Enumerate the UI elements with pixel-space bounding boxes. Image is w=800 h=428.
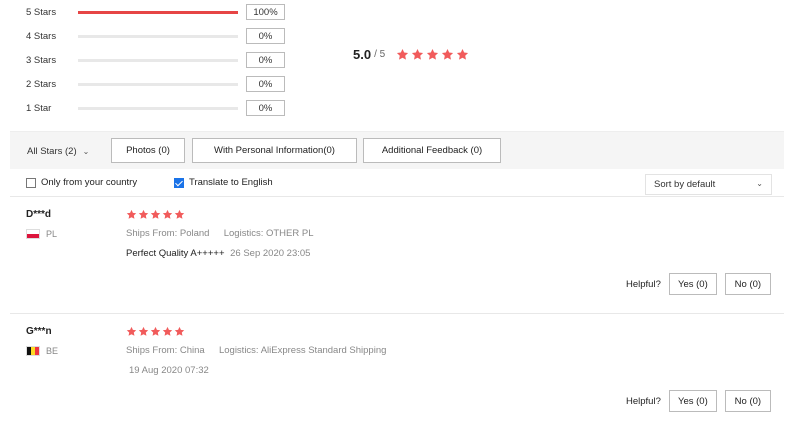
rating-bar bbox=[78, 10, 238, 14]
rating-percent: 100% bbox=[246, 4, 285, 20]
reviewer-country: PL bbox=[26, 229, 57, 239]
logistics-label: Logistics: bbox=[218, 345, 259, 356]
review-date: 26 Sep 2020 23:05 bbox=[230, 248, 311, 259]
rating-bar bbox=[78, 34, 238, 38]
overall-stars bbox=[396, 48, 469, 61]
rating-bar bbox=[78, 82, 238, 86]
rating-percent: 0% bbox=[246, 100, 285, 116]
logistics-value: AliExpress Standard Shipping bbox=[260, 345, 387, 356]
ships-from-label: Ships From: bbox=[126, 345, 178, 356]
review-meta: Ships From: Poland Logistics: OTHER PL bbox=[126, 228, 686, 239]
star-icon bbox=[174, 326, 185, 337]
reviewer-name: G***n bbox=[26, 326, 52, 337]
checkbox-box[interactable] bbox=[174, 177, 184, 188]
rating-label: 2 Stars bbox=[26, 78, 57, 90]
star-icon bbox=[162, 209, 173, 220]
helpful-no-button[interactable]: No (0) bbox=[724, 390, 771, 412]
rating-percent: 0% bbox=[246, 52, 285, 68]
rating-row-2[interactable]: 2 Stars 0% bbox=[26, 76, 285, 92]
review-text: Perfect Quality A+++++ bbox=[126, 248, 225, 259]
rating-label: 1 Star bbox=[26, 102, 52, 114]
star-icon bbox=[411, 48, 424, 61]
star-icon bbox=[174, 209, 185, 220]
logistics-label: Logistics: bbox=[223, 228, 264, 239]
helpful-label: Helpful? bbox=[626, 278, 661, 290]
photos-filter-button[interactable]: Photos (0) bbox=[111, 138, 185, 163]
review-meta: Ships From: China Logistics: AliExpress … bbox=[126, 345, 686, 356]
country-code: PL bbox=[46, 229, 58, 239]
star-icon bbox=[441, 48, 454, 61]
review-stars bbox=[126, 209, 686, 220]
rating-bar-fill bbox=[78, 10, 238, 14]
helpful-section: Helpful? Yes (0) No (0) bbox=[626, 390, 771, 412]
helpful-no-button[interactable]: No (0) bbox=[724, 273, 771, 295]
helpful-yes-button[interactable]: Yes (0) bbox=[668, 390, 717, 412]
review-body: Ships From: China Logistics: AliExpress … bbox=[126, 326, 686, 376]
review-item: D***d PL Ships From: Poland Logistics: O… bbox=[26, 209, 776, 309]
rating-percent: 0% bbox=[246, 76, 285, 92]
star-icon bbox=[138, 209, 149, 220]
chevron-down-icon: ⌄ bbox=[82, 147, 90, 156]
star-icon bbox=[150, 209, 161, 220]
flag-poland-icon bbox=[26, 229, 40, 239]
review-item: G***n BE Ships From: China Logistics: Al… bbox=[26, 326, 776, 426]
country-code: BE bbox=[46, 346, 59, 356]
divider bbox=[10, 313, 784, 314]
overall-rating: 5.0 / 5 bbox=[353, 47, 469, 62]
review-body: Ships From: Poland Logistics: OTHER PL P… bbox=[126, 209, 686, 259]
rating-label: 3 Stars bbox=[26, 54, 57, 66]
overall-score: 5.0 bbox=[353, 47, 372, 62]
sort-value: Sort by default bbox=[654, 179, 716, 190]
star-icon bbox=[162, 326, 173, 337]
ships-from-value: China bbox=[179, 345, 205, 356]
helpful-label: Helpful? bbox=[626, 395, 661, 407]
ships-from-label: Ships From: bbox=[126, 228, 178, 239]
checkbox-box[interactable] bbox=[26, 177, 36, 188]
review-feedback-line: 19 Aug 2020 07:32 bbox=[126, 365, 686, 376]
reviewer-name: D***d bbox=[26, 209, 52, 220]
star-icon bbox=[456, 48, 469, 61]
all-stars-dropdown[interactable]: All Stars (2) ⌄ bbox=[27, 146, 89, 157]
only-country-checkbox[interactable]: Only from your country bbox=[26, 177, 137, 188]
rating-bar bbox=[78, 106, 238, 110]
review-feedback-line: Perfect Quality A+++++ 26 Sep 2020 23:05 bbox=[126, 248, 686, 259]
ships-from-value: Poland bbox=[179, 228, 210, 239]
rating-label: 4 Stars bbox=[26, 30, 57, 42]
options-row: Only from your country Translate to Engl… bbox=[26, 174, 776, 195]
additional-feedback-filter-button[interactable]: Additional Feedback (0) bbox=[363, 138, 501, 163]
translate-checkbox[interactable]: Translate to English bbox=[174, 177, 273, 188]
star-icon bbox=[150, 326, 161, 337]
star-icon bbox=[126, 326, 137, 337]
review-stars bbox=[126, 326, 686, 337]
helpful-yes-button[interactable]: Yes (0) bbox=[668, 273, 717, 295]
rating-summary: 5 Stars 100% 4 Stars 0% 3 Stars 0% 2 Sta… bbox=[0, 0, 800, 130]
logistics-value: OTHER PL bbox=[265, 228, 314, 239]
overall-max: / 5 bbox=[374, 49, 386, 60]
translate-label: Translate to English bbox=[189, 177, 273, 188]
rating-bar bbox=[78, 58, 238, 62]
chevron-down-icon: ⌄ bbox=[756, 179, 763, 188]
star-icon bbox=[138, 326, 149, 337]
reviewer-country: BE bbox=[26, 346, 58, 356]
personal-info-filter-button[interactable]: With Personal Information(0) bbox=[192, 138, 357, 163]
only-country-label: Only from your country bbox=[41, 177, 138, 188]
all-stars-label: All Stars (2) bbox=[27, 146, 77, 157]
divider bbox=[10, 196, 784, 197]
rating-percent: 0% bbox=[246, 28, 285, 44]
star-icon bbox=[396, 48, 409, 61]
review-date: 19 Aug 2020 07:32 bbox=[129, 365, 209, 376]
helpful-section: Helpful? Yes (0) No (0) bbox=[626, 273, 771, 295]
star-icon bbox=[126, 209, 137, 220]
star-icon bbox=[426, 48, 439, 61]
rating-label: 5 Stars bbox=[26, 6, 57, 18]
rating-row-4[interactable]: 4 Stars 0% bbox=[26, 28, 285, 44]
filter-bar: All Stars (2) ⌄ Photos (0) With Personal… bbox=[10, 131, 784, 169]
rating-row-5[interactable]: 5 Stars 100% bbox=[26, 4, 285, 20]
flag-belgium-icon bbox=[26, 346, 40, 356]
sort-select[interactable]: Sort by default ⌄ bbox=[645, 174, 772, 195]
rating-row-1[interactable]: 1 Star 0% bbox=[26, 100, 285, 116]
rating-row-3[interactable]: 3 Stars 0% bbox=[26, 52, 285, 68]
